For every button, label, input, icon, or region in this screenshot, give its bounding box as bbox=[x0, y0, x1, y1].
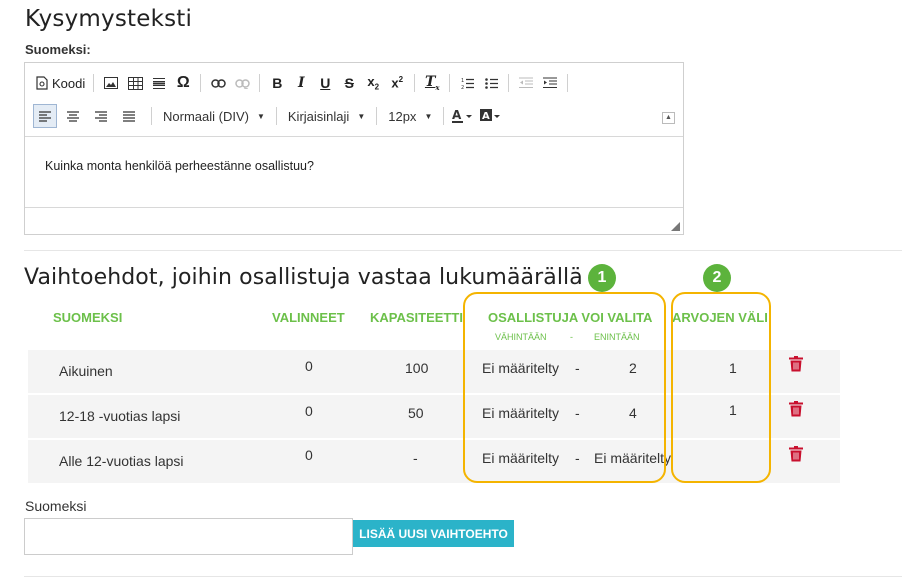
option-name: 12-18 -vuotias lapsi bbox=[59, 408, 181, 424]
format-dropdown-value: Normaali (DIV) bbox=[163, 108, 249, 124]
option-selected: 0 bbox=[305, 403, 313, 419]
source-code-label: Koodi bbox=[52, 75, 86, 91]
underline-button[interactable]: U bbox=[313, 71, 337, 95]
outdent-button[interactable] bbox=[514, 71, 538, 95]
image-icon bbox=[104, 77, 119, 89]
italic-button[interactable]: I bbox=[289, 71, 313, 95]
special-char-button[interactable]: Ω bbox=[171, 71, 195, 95]
annotation-badge-1: 1 bbox=[588, 264, 616, 292]
outdent-icon bbox=[519, 77, 534, 88]
annotation-badge-2: 2 bbox=[703, 264, 731, 292]
options-title: Vaihtoehdot, joihin osallistuja vastaa l… bbox=[24, 265, 583, 290]
font-size-dropdown[interactable]: 12px ▼ bbox=[382, 104, 438, 128]
table-button[interactable] bbox=[123, 71, 147, 95]
resize-grip-icon[interactable] bbox=[671, 222, 680, 231]
header-capacity: KAPASITEETTI bbox=[370, 310, 463, 325]
image-button[interactable] bbox=[99, 71, 123, 95]
source-code-button[interactable]: Koodi bbox=[33, 71, 88, 95]
svg-text:A: A bbox=[452, 109, 462, 122]
highlight-box-2 bbox=[671, 292, 771, 483]
align-justify-icon bbox=[123, 110, 135, 122]
link-icon bbox=[211, 78, 226, 88]
highlight-box-1 bbox=[463, 292, 666, 483]
text-color-icon: A bbox=[452, 109, 473, 123]
option-capacity: 50 bbox=[408, 405, 424, 421]
format-dropdown[interactable]: Normaali (DIV) ▼ bbox=[157, 104, 271, 128]
font-dropdown[interactable]: Kirjaisinlaji ▼ bbox=[282, 104, 371, 128]
add-option-button[interactable]: LISÄÄ UUSI VAIHTOEHTO bbox=[353, 520, 514, 547]
unlink-icon bbox=[235, 78, 250, 89]
svg-text:2: 2 bbox=[461, 85, 464, 90]
link-button[interactable] bbox=[206, 71, 230, 95]
option-capacity: - bbox=[413, 450, 418, 466]
new-option-input[interactable] bbox=[24, 518, 353, 555]
option-selected: 0 bbox=[305, 358, 313, 374]
align-left-button[interactable] bbox=[33, 104, 57, 128]
option-name: Aikuinen bbox=[59, 363, 113, 379]
new-option-label: Suomeksi bbox=[25, 498, 87, 514]
strikethrough-icon: S bbox=[344, 75, 354, 91]
chevron-down-icon: ▼ bbox=[357, 111, 366, 121]
superscript-button[interactable]: x2 bbox=[385, 71, 409, 95]
bottom-divider bbox=[24, 576, 902, 577]
align-right-icon bbox=[95, 110, 107, 122]
strikethrough-button[interactable]: S bbox=[337, 71, 361, 95]
page-title: Kysymysteksti bbox=[25, 6, 193, 32]
background-color-icon: A bbox=[480, 109, 501, 122]
underline-icon: U bbox=[320, 75, 331, 91]
svg-text:1: 1 bbox=[461, 78, 464, 84]
option-name: Alle 12-vuotias lapsi bbox=[59, 453, 184, 469]
svg-text:A: A bbox=[482, 111, 490, 122]
header-name: SUOMEKSI bbox=[53, 310, 123, 325]
language-label: Suomeksi: bbox=[25, 42, 91, 57]
source-code-icon bbox=[36, 76, 48, 90]
align-center-button[interactable] bbox=[61, 104, 85, 128]
chevron-down-icon: ▼ bbox=[256, 111, 265, 121]
font-dropdown-value: Kirjaisinlaji bbox=[287, 108, 350, 124]
align-center-icon bbox=[67, 110, 79, 122]
superscript-icon: x2 bbox=[391, 75, 404, 91]
collapse-toolbar-icon[interactable]: ▲ bbox=[662, 112, 675, 124]
bulleted-list-icon bbox=[484, 77, 498, 89]
trash-icon[interactable] bbox=[789, 446, 803, 462]
numbered-list-icon: 12 bbox=[461, 78, 474, 90]
subscript-icon: x2 bbox=[367, 74, 380, 92]
bold-button[interactable]: B bbox=[265, 71, 289, 95]
remove-format-icon: Tx bbox=[424, 74, 440, 92]
editor-toolbar: Koodi Ω B I U S x2 x2 Tx 1 2 Normaali (D… bbox=[25, 63, 683, 137]
option-selected: 0 bbox=[305, 447, 313, 463]
remove-format-button[interactable]: Tx bbox=[420, 71, 444, 95]
subscript-button[interactable]: x2 bbox=[361, 71, 385, 95]
trash-icon[interactable] bbox=[789, 356, 803, 372]
chevron-down-icon: ▼ bbox=[424, 111, 433, 121]
section-divider bbox=[24, 250, 902, 251]
align-justify-button[interactable] bbox=[117, 104, 141, 128]
background-color-button[interactable]: A bbox=[477, 104, 505, 128]
font-size-dropdown-value: 12px bbox=[388, 108, 417, 124]
numbered-list-button[interactable]: 12 bbox=[455, 71, 479, 95]
omega-icon: Ω bbox=[176, 74, 190, 91]
table-icon bbox=[127, 76, 143, 90]
bold-icon: B bbox=[272, 75, 283, 91]
align-right-button[interactable] bbox=[89, 104, 113, 128]
indent-icon bbox=[543, 77, 558, 88]
option-capacity: 100 bbox=[405, 360, 429, 376]
horizontal-rule-button[interactable] bbox=[147, 71, 171, 95]
text-color-button[interactable]: A bbox=[449, 104, 477, 128]
indent-button[interactable] bbox=[538, 71, 562, 95]
editor-statusbar bbox=[25, 208, 683, 234]
rich-text-editor[interactable]: Koodi Ω B I U S x2 x2 Tx 1 2 Normaali (D… bbox=[24, 62, 684, 235]
bulleted-list-button[interactable] bbox=[479, 71, 503, 95]
horizontal-rule-icon bbox=[153, 77, 166, 89]
italic-icon: I bbox=[297, 75, 305, 91]
editor-content[interactable]: Kuinka monta henkilöä perheestänne osall… bbox=[25, 137, 683, 208]
trash-icon[interactable] bbox=[789, 401, 803, 417]
header-selected: VALINNEET bbox=[272, 310, 345, 325]
unlink-button[interactable] bbox=[230, 71, 254, 95]
align-left-icon bbox=[39, 110, 51, 122]
